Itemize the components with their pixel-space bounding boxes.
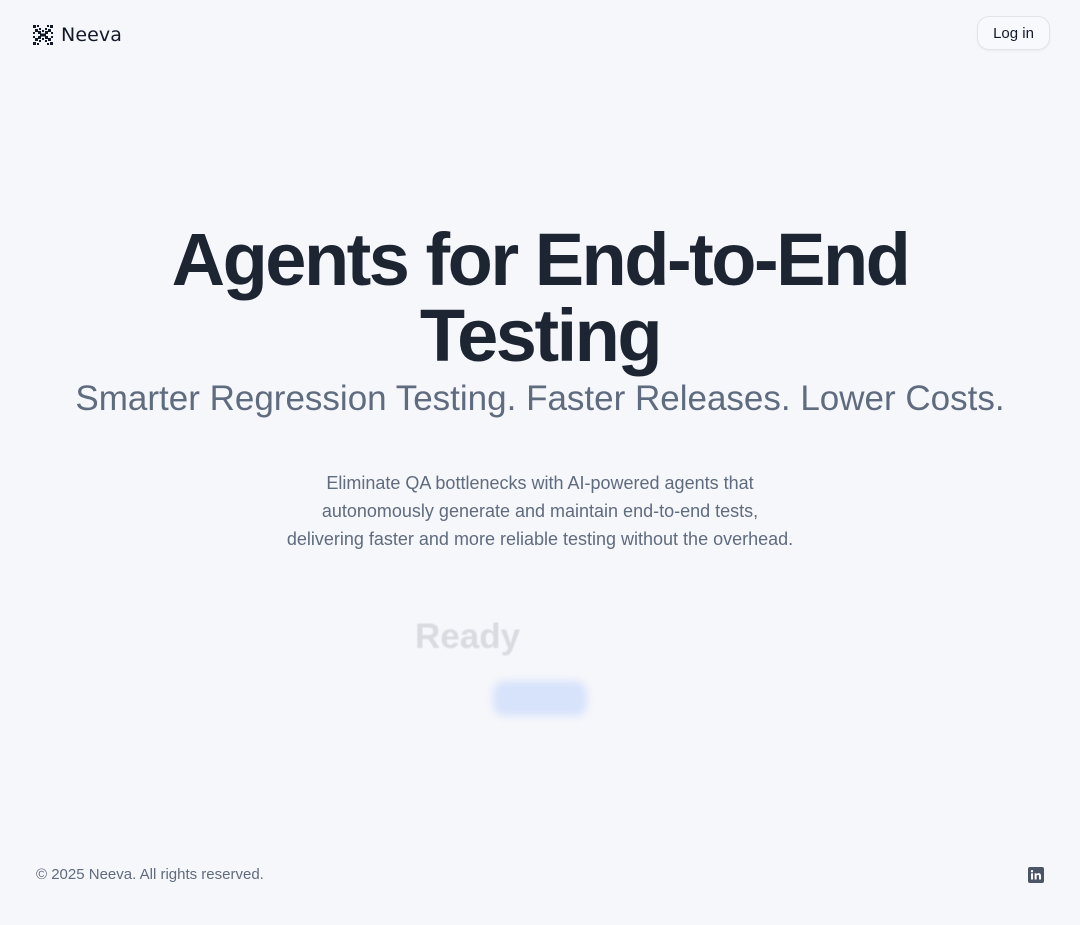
ready-heading: Ready [415,617,521,656]
hero-description-line: delivering faster and more reliable test… [286,529,794,549]
hero-subtitle: Smarter Regression Testing. Faster Relea… [75,379,1005,418]
hero-description-line: autonomously generate and maintain end-t… [321,501,759,521]
footer-copyright: © 2025 Neeva. All rights reserved. [36,866,264,883]
hero-description-line: Eliminate QA bottlenecks with AI-powered… [326,473,754,493]
hero-description: Eliminate QA bottlenecks with AI-powered… [260,469,820,553]
linkedin-icon[interactable] [1028,867,1044,883]
neeva-logo-icon [33,25,53,45]
login-button[interactable]: Log in [977,16,1050,50]
hero-title: Agents for End-to-End Testing [171,218,911,377]
brand-name: Neeva [61,24,122,46]
site-header: Neeva Log in [0,0,1080,70]
cta-button-blurred[interactable] [493,681,587,716]
brand-logo-link[interactable]: Neeva [31,23,122,47]
